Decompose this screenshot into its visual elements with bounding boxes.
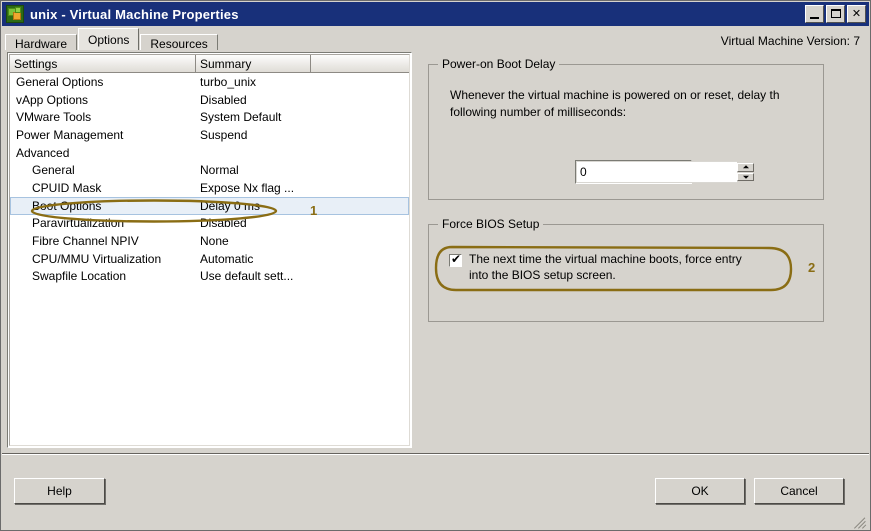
row-summary: Normal — [196, 163, 386, 177]
row-summary: Use default sett... — [196, 269, 386, 283]
force-bios-setup-group: Force BIOS Setup ✔ The next time the vir… — [428, 224, 824, 322]
vmware-vm-icon — [6, 5, 24, 23]
force-bios-checkbox-label: The next time the virtual machine boots,… — [469, 251, 742, 283]
row-name: Paravirtualization — [10, 216, 196, 230]
table-row[interactable]: Paravirtualization Disabled — [10, 215, 409, 233]
maximize-icon — [831, 9, 841, 18]
settings-column-headers: Settings Summary — [10, 55, 409, 73]
force-bios-checkbox[interactable]: ✔ — [449, 254, 462, 267]
boot-options-row[interactable]: Boot Options Delay 0 ms — [10, 197, 409, 215]
row-name: CPU/MMU Virtualization — [10, 252, 196, 266]
row-name: Boot Options — [10, 199, 196, 213]
annotation-number-1: 1 — [310, 203, 317, 218]
column-header-blank[interactable] — [311, 55, 409, 72]
row-name: VMware Tools — [10, 110, 196, 124]
force-bios-setup-title: Force BIOS Setup — [438, 217, 543, 231]
row-summary: System Default — [196, 110, 386, 124]
close-button[interactable]: ✕ — [847, 5, 866, 23]
column-header-summary[interactable]: Summary — [196, 55, 311, 72]
row-name: General — [10, 163, 196, 177]
row-summary: Automatic — [196, 252, 386, 266]
window-titlebar[interactable]: unix - Virtual Machine Properties ✕ — [2, 2, 869, 26]
help-button[interactable]: Help — [14, 478, 105, 504]
window-controls: ✕ — [805, 5, 866, 23]
minimize-icon — [810, 17, 819, 19]
row-name: General Options — [10, 75, 196, 89]
boot-delay-input[interactable] — [576, 161, 737, 183]
table-row[interactable]: VMware Tools System Default — [10, 108, 409, 126]
maximize-button[interactable] — [826, 5, 845, 23]
table-row[interactable]: General Options turbo_unix — [10, 73, 409, 91]
row-summary: Disabled — [196, 216, 386, 230]
table-row[interactable]: Fibre Channel NPIV None — [10, 232, 409, 250]
row-name: Swapfile Location — [10, 269, 196, 283]
boot-delay-spinner[interactable] — [575, 160, 692, 184]
options-detail-pane: Power-on Boot Delay Whenever the virtual… — [416, 52, 864, 448]
row-name: Advanced — [10, 146, 196, 160]
ok-button[interactable]: OK — [655, 478, 745, 504]
row-name: CPUID Mask — [10, 181, 196, 195]
tab-options[interactable]: Options — [78, 28, 139, 50]
tab-strip: Hardware Options Resources — [5, 30, 219, 50]
table-row[interactable]: General Normal — [10, 161, 409, 179]
table-row[interactable]: CPU/MMU Virtualization Automatic — [10, 250, 409, 268]
table-row[interactable]: vApp Options Disabled — [10, 91, 409, 109]
vm-properties-window: unix - Virtual Machine Properties ✕ Hard… — [0, 0, 871, 531]
row-summary: Delay 0 ms — [196, 199, 386, 213]
boot-delay-description: Whenever the virtual machine is powered … — [450, 87, 810, 121]
force-bios-checkbox-row[interactable]: ✔ The next time the virtual machine boot… — [449, 251, 804, 283]
minimize-button[interactable] — [805, 5, 824, 23]
bottom-separator — [2, 453, 869, 455]
resize-grip-icon[interactable] — [853, 515, 866, 528]
down-arrow-icon — [743, 176, 749, 179]
row-summary: Suspend — [196, 128, 386, 142]
close-icon: ✕ — [848, 6, 865, 22]
row-name: Power Management — [10, 128, 196, 142]
cancel-button[interactable]: Cancel — [754, 478, 844, 504]
power-on-boot-delay-group: Power-on Boot Delay Whenever the virtual… — [428, 64, 824, 200]
table-row[interactable]: CPUID Mask Expose Nx flag ... — [10, 179, 409, 197]
vm-version-label: Virtual Machine Version: 7 — [721, 34, 860, 48]
checkmark-icon: ✔ — [451, 253, 461, 266]
power-on-boot-delay-title: Power-on Boot Delay — [438, 57, 559, 71]
spinner-down-button[interactable] — [737, 173, 754, 182]
row-name: Fibre Channel NPIV — [10, 234, 196, 248]
table-row[interactable]: Power Management Suspend — [10, 126, 409, 144]
content-area: Settings Summary General Options turbo_u… — [2, 50, 869, 454]
spinner-up-button[interactable] — [737, 163, 754, 172]
settings-list[interactable]: Settings Summary General Options turbo_u… — [9, 54, 410, 446]
row-summary: turbo_unix — [196, 75, 386, 89]
window-title: unix - Virtual Machine Properties — [30, 7, 239, 22]
table-row[interactable]: Swapfile Location Use default sett... — [10, 268, 409, 286]
settings-rows: General Options turbo_unix vApp Options … — [10, 73, 409, 285]
table-row[interactable]: Advanced — [10, 144, 409, 162]
row-summary: Disabled — [196, 93, 386, 107]
column-header-settings[interactable]: Settings — [10, 55, 196, 72]
row-summary: Expose Nx flag ... — [196, 181, 386, 195]
dialog-button-bar: Help OK Cancel — [2, 456, 869, 530]
settings-list-panel: Settings Summary General Options turbo_u… — [7, 52, 412, 448]
spinner-buttons — [737, 161, 756, 183]
up-arrow-icon — [743, 165, 749, 168]
row-summary: None — [196, 234, 386, 248]
annotation-number-2: 2 — [808, 260, 815, 275]
row-name: vApp Options — [10, 93, 196, 107]
